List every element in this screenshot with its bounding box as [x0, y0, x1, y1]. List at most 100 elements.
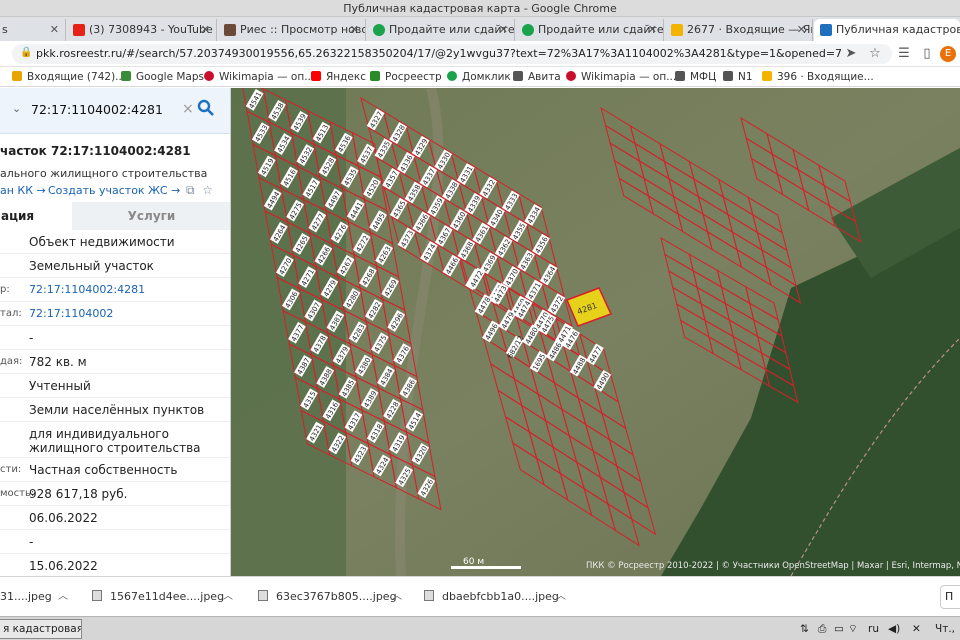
plan-kk-link[interactable]: ан КК →	[0, 184, 46, 197]
attribute-value: 06.06.2022	[29, 511, 98, 525]
chevron-up-icon[interactable]: ︿	[556, 577, 566, 617]
attribute-value: Земельный участок	[29, 259, 154, 273]
close-tab-icon[interactable]: ✕	[797, 19, 806, 41]
close-tab-icon[interactable]: ✕	[350, 19, 359, 41]
bookmark-item[interactable]: Росреестр	[370, 67, 442, 87]
browser-tab[interactable]: Продайте или сдайте в ✕	[367, 19, 515, 41]
download-item[interactable]: 31....jpeg ︿	[0, 577, 80, 617]
browser-tab[interactable]: 2677 · Входящие — Ян ✕	[665, 19, 813, 41]
bookmark-folder[interactable]: N1	[723, 67, 753, 87]
bookmark-star-icon[interactable]: ☆	[866, 45, 884, 63]
tab-strip: s ✕ (3) 7308943 - YouTube ✕ Риес :: Просмо…	[0, 17, 960, 41]
wikimapia-icon	[566, 71, 576, 81]
rosreestr-icon	[820, 24, 832, 36]
attribute-row: сти: Частная собственность	[0, 458, 230, 482]
chevron-down-icon[interactable]: ⌄	[12, 102, 21, 115]
bookmarks-bar: Входящие (742)... Google Maps Wikimapia …	[0, 67, 960, 87]
close-tab-icon[interactable]: ✕	[499, 19, 508, 41]
media-icon[interactable]: ☰	[895, 45, 913, 63]
lock-icon[interactable]: 🔒	[20, 47, 32, 58]
attribute-value: Частная собственность	[29, 463, 178, 477]
attribute-label: дая:	[0, 356, 23, 367]
mail-icon	[762, 71, 772, 81]
cadastral-map[interactable]: 4541 4538 4539 4513 4536 4537 4533 4534 4532 4528…	[231, 88, 960, 576]
omnibox[interactable]: 🔒 pkk.rosreestr.ru/#/search/57.203749300…	[12, 44, 892, 64]
site-icon	[224, 24, 236, 36]
browser-tab[interactable]: Риес :: Просмотр новос ✕	[218, 19, 366, 41]
chevron-up-icon[interactable]: ︿	[58, 577, 68, 617]
tab-services[interactable]: Услуги	[72, 202, 230, 230]
taskbar-window-button[interactable]: я кадастровая ...	[0, 619, 82, 639]
profile-avatar[interactable]: E	[940, 46, 956, 62]
folder-icon	[675, 71, 685, 81]
browser-tab[interactable]: (3) 7308943 - YouTube ✕	[67, 19, 217, 41]
download-item[interactable]: 63ec3767b805....jpeg ︿	[258, 577, 408, 617]
mute-icon[interactable]: ✕	[912, 620, 921, 638]
bookmark-item[interactable]: Wikimapia — оп...	[204, 67, 314, 87]
favorite-star-icon[interactable]: ☆	[202, 183, 213, 197]
close-tab-icon[interactable]: ✕	[50, 19, 59, 41]
search-input[interactable]: 72:17:1104002:4281	[31, 102, 163, 117]
tab-information[interactable]: ация	[0, 202, 72, 230]
attribute-value: 782 кв. м	[29, 355, 87, 369]
bookmark-folder[interactable]: Авита	[513, 67, 561, 87]
image-file-icon	[424, 590, 434, 601]
printer-icon[interactable]: ⎙	[818, 620, 826, 638]
attribute-value: 928 617,18 руб.	[29, 487, 128, 501]
bookmark-folder[interactable]: МФЦ	[675, 67, 716, 87]
share-icon[interactable]: ⧉	[186, 183, 195, 197]
sidepanel-icon[interactable]: ▯	[918, 45, 936, 63]
bookmark-item[interactable]: 396 · Входящие...	[762, 67, 874, 87]
close-tab-icon[interactable]: ✕	[201, 19, 210, 41]
domclick-icon	[522, 24, 534, 36]
window-title: Публичная кадастровая карта - Google Chr…	[0, 0, 960, 17]
attribute-link[interactable]: 72:17:1104002:4281	[29, 283, 229, 297]
parcel-purpose: ального жилищного строительства	[0, 167, 208, 180]
attribute-link[interactable]: 72:17:1104002	[29, 307, 229, 321]
volume-icon[interactable]: ◀)	[888, 620, 900, 638]
bookmark-item[interactable]: Wikimapia — оп...	[566, 67, 676, 87]
folder-icon	[723, 71, 733, 81]
browser-tab[interactable]: Продайте или сдайте в ✕	[516, 19, 664, 41]
address-bar: 🔒 pkk.rosreestr.ru/#/search/57.203749300…	[0, 41, 960, 67]
display-icon[interactable]: ▭	[834, 620, 844, 638]
attribute-row: р: 72:17:1104002:4281	[0, 278, 230, 302]
attribute-value: 15.06.2022	[29, 559, 98, 573]
download-item[interactable]: 1567e11d4ee....jpeg ︿	[92, 577, 242, 617]
browser-tab-active[interactable]: Публичная кадастровая	[814, 19, 960, 41]
browser-tab[interactable]: s ✕	[0, 19, 66, 41]
domclick-icon	[447, 71, 457, 81]
search-box[interactable]: ⌄ 72:17:1104002:4281 ×	[0, 88, 230, 134]
parcel-title: часток 72:17:1104002:4281	[0, 144, 191, 158]
download-item[interactable]: dbaebfcbb1a0....jpeg ︿	[424, 577, 574, 617]
scale-bar	[451, 566, 521, 569]
panel-tabs: ация Услуги	[0, 202, 230, 230]
attribute-row: 06.06.2022	[0, 506, 230, 530]
create-parcel-link[interactable]: Создать участок ЖС →	[48, 184, 180, 197]
downloads-bar: 31....jpeg ︿ 1567e11d4ee....jpeg ︿ 63ec376…	[0, 576, 960, 616]
attribute-value: для индивидуального жилищного строительс…	[29, 427, 201, 455]
clear-icon[interactable]: ×	[182, 101, 194, 117]
send-icon[interactable]: ➤	[842, 45, 860, 63]
search-icon[interactable]	[196, 98, 216, 118]
attribute-row: Земли населённых пунктов	[0, 398, 230, 422]
bookmark-item[interactable]: Яндекс	[311, 67, 366, 87]
rosreestr-icon	[370, 71, 380, 81]
bookmark-item[interactable]: Google Maps	[121, 67, 204, 87]
map-attribution: ПКК © Росреестр 2010-2022 | © Участники …	[586, 561, 960, 571]
chevron-up-icon[interactable]: ︿	[392, 577, 402, 617]
chevron-up-icon[interactable]: ︿	[223, 577, 233, 617]
bookmark-item[interactable]: Домклик	[447, 67, 511, 87]
mail-icon	[671, 24, 683, 36]
url-text[interactable]: pkk.rosreestr.ru/#/search/57.20374930019…	[36, 44, 841, 64]
close-tab-icon[interactable]: ✕	[648, 19, 657, 41]
attribute-value: Учтенный	[29, 379, 91, 393]
browser-window: Публичная кадастровая карта - Google Chr…	[0, 0, 960, 640]
clock[interactable]: Чт., 1	[935, 620, 960, 638]
bookmark-item[interactable]: Входящие (742)...	[12, 67, 125, 87]
network-icon[interactable]: ⇅	[800, 620, 809, 638]
wifi-icon[interactable]: ⌔	[848, 620, 858, 638]
map-canvas[interactable]: 4541453845394513453645374533453445324528…	[231, 88, 960, 576]
keyboard-layout[interactable]: ru	[868, 620, 879, 638]
show-all-downloads-button[interactable]: П	[940, 585, 960, 609]
